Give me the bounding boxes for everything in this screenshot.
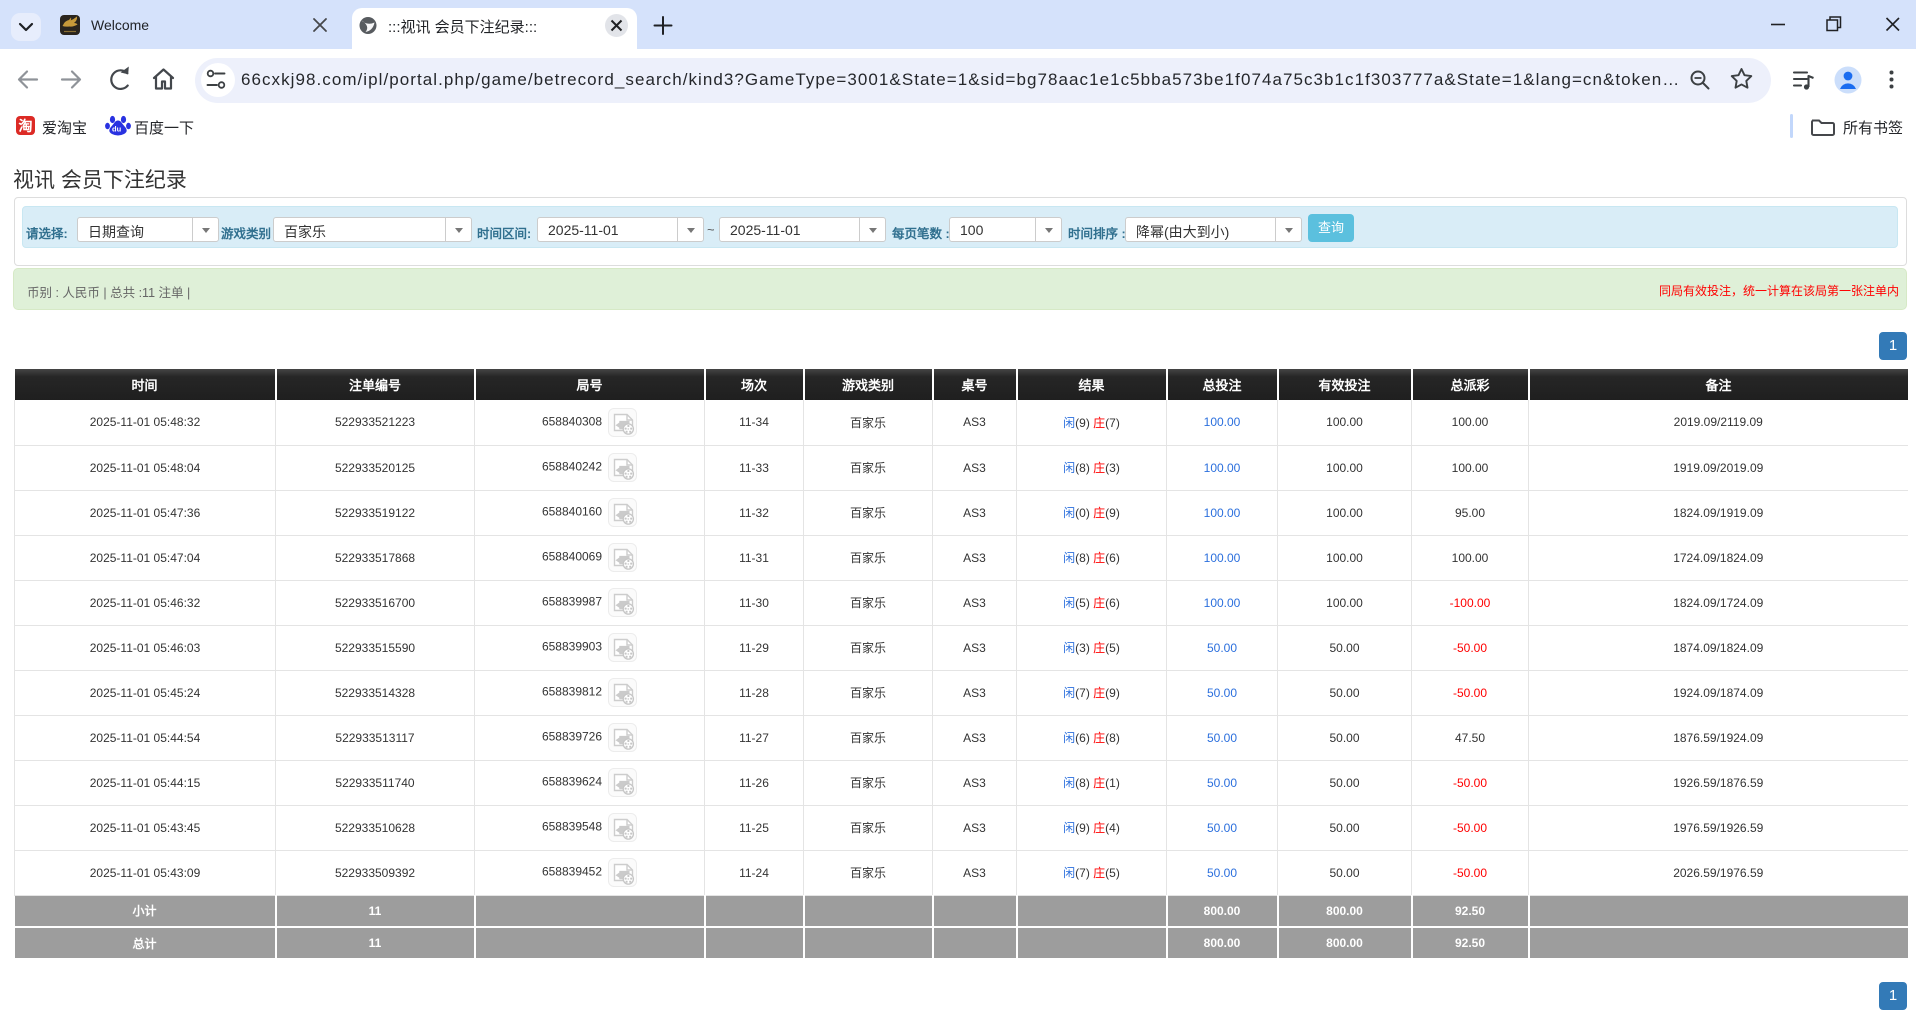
svg-text:淘: 淘 — [19, 118, 33, 134]
svg-text:du: du — [112, 125, 122, 134]
